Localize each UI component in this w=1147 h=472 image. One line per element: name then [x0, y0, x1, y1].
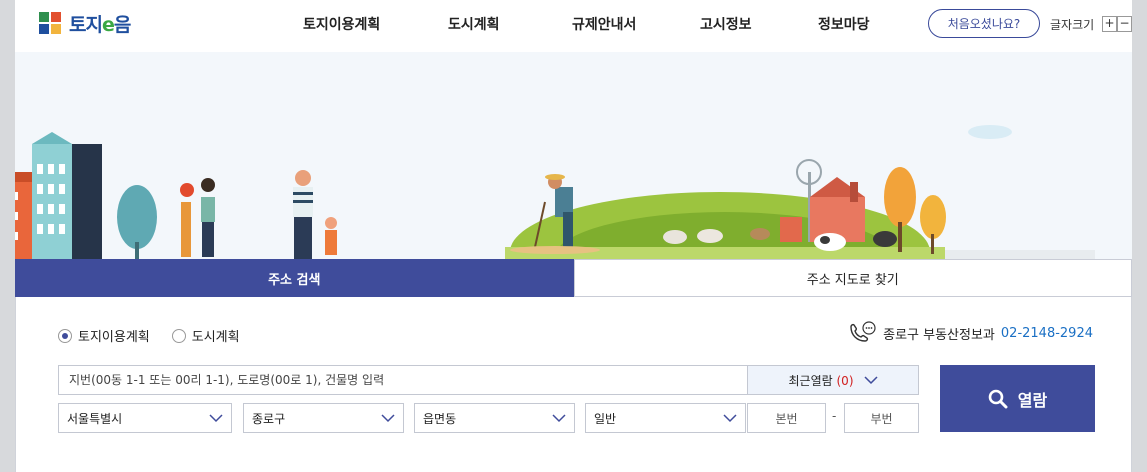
- chevron-down-icon: [863, 376, 878, 385]
- contact-department: 종로구 부동산정보과: [883, 327, 995, 343]
- radio-urban-plan[interactable]: 도시계획: [171, 326, 240, 345]
- contact-info: 종로구 부동산정보과 02-2148-2924: [847, 321, 1093, 345]
- search-icon: [988, 389, 1008, 408]
- plan-type-radio-group: 토지이용계획 도시계획: [58, 326, 240, 345]
- first-visit-button[interactable]: 처음오셨나요?: [928, 9, 1040, 38]
- contact-phone[interactable]: 02-2148-2924: [1001, 326, 1093, 341]
- hero-illustration: [15, 52, 1132, 262]
- recent-views-dropdown[interactable]: 최근열람 (0): [747, 365, 919, 395]
- logo-mark-icon: [39, 11, 63, 36]
- number-separator: -: [832, 409, 837, 423]
- search-panel: 토지이용계획 도시계획 종로구 부동산정보과 02-2148-2924 지번(0…: [15, 297, 1132, 472]
- select-city[interactable]: 서울특별시: [58, 403, 232, 433]
- search-tabs: 주소 검색 주소 지도로 찾기: [15, 259, 1132, 303]
- logo-text: 토지e음: [69, 14, 131, 36]
- chevron-down-icon: [381, 414, 395, 423]
- nav-land-use-plan[interactable]: 토지이용계획: [303, 14, 380, 34]
- recent-count: (0): [836, 373, 854, 388]
- radio-land-use-plan[interactable]: 토지이용계획: [58, 326, 150, 345]
- main-number-input[interactable]: 본번: [747, 403, 826, 433]
- nav-notice-info[interactable]: 고시정보: [700, 14, 752, 34]
- nav-urban-plan[interactable]: 도시계획: [448, 14, 500, 34]
- chevron-down-icon: [552, 414, 566, 423]
- top-header: 토지e음 토지이용계획 도시계획 규제안내서 고시정보 정보마당 처음오셨나요?…: [15, 0, 1132, 52]
- chevron-down-icon: [723, 414, 737, 423]
- view-button[interactable]: 열람: [940, 365, 1095, 432]
- font-decrease-button[interactable]: −: [1117, 16, 1132, 32]
- font-size-label: 글자크기: [1050, 18, 1095, 32]
- chevron-down-icon: [209, 414, 223, 423]
- nav-regulation-guide[interactable]: 규제안내서: [572, 14, 636, 34]
- sub-number-input[interactable]: 부번: [844, 403, 919, 433]
- select-dong[interactable]: 읍면동: [414, 403, 575, 433]
- select-district[interactable]: 종로구: [243, 403, 404, 433]
- select-land-type[interactable]: 일반: [585, 403, 746, 433]
- address-search-input[interactable]: 지번(00동 1-1 또는 00리 1-1), 도로명(00로 1), 건물명 …: [58, 365, 748, 395]
- radio-unselected-icon: [171, 328, 186, 343]
- nav-info-plaza[interactable]: 정보마당: [818, 14, 870, 34]
- tab-address-search[interactable]: 주소 검색: [15, 259, 574, 303]
- radio-selected-icon: [58, 328, 72, 343]
- font-increase-button[interactable]: +: [1102, 16, 1117, 32]
- site-logo[interactable]: 토지e음: [39, 10, 131, 37]
- landscape-illustration: [15, 125, 1095, 262]
- phone-chat-icon: [850, 321, 876, 342]
- tab-map-search[interactable]: 주소 지도로 찾기: [573, 259, 1132, 297]
